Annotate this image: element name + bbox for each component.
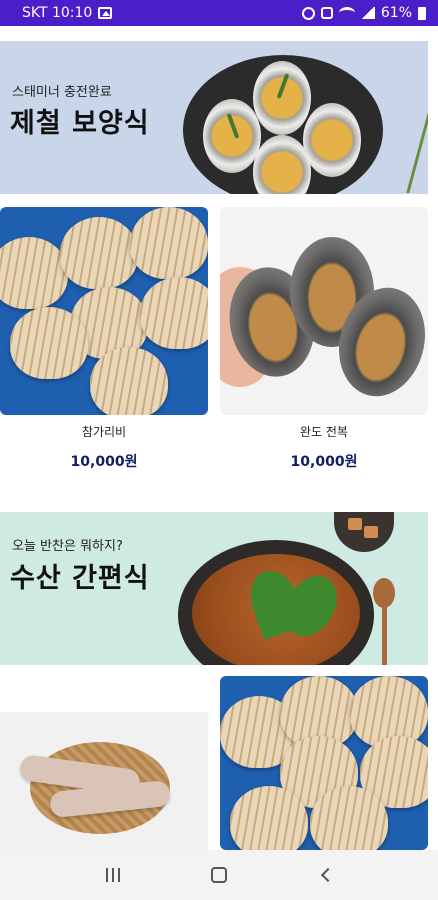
scallop-shell xyxy=(60,217,138,289)
home-icon xyxy=(211,867,227,883)
tofu-piece xyxy=(348,518,362,530)
abalone-image xyxy=(203,99,261,173)
recents-button[interactable] xyxy=(93,860,133,890)
tofu-piece xyxy=(364,526,378,538)
scallop-shell xyxy=(310,786,388,850)
abalone-image xyxy=(303,103,361,177)
scallop-shell xyxy=(130,207,208,279)
banner-seafood-meal-kit[interactable]: 오늘 반찬은 뭐하지? 수산 간편식 xyxy=(0,512,428,665)
chopsticks-image xyxy=(379,113,428,193)
abalone-image xyxy=(253,61,311,135)
stew-soup xyxy=(192,554,360,665)
battery-icon xyxy=(418,6,426,20)
stew-bowl-image xyxy=(178,540,374,665)
banner-title: 수산 간편식 xyxy=(10,563,150,594)
product-price: 10,000원 xyxy=(290,454,358,470)
abalone-plate-image xyxy=(183,55,383,194)
signal-icon xyxy=(360,7,375,19)
basket-image xyxy=(18,742,172,834)
status-bar: SKT 10:10 61% xyxy=(0,0,438,26)
back-button[interactable] xyxy=(305,860,345,890)
product-card-squid[interactable] xyxy=(0,676,208,850)
scallop-shell xyxy=(230,786,308,850)
scallop-shell xyxy=(10,307,88,379)
product-name: 참가리비 xyxy=(81,425,127,439)
status-left: SKT 10:10 xyxy=(22,5,113,21)
banner-subtitle: 오늘 반찬은 뭐하지? xyxy=(12,539,123,554)
scallop-shell xyxy=(140,277,208,349)
banner-seasonal-health-food[interactable]: 스태미너 충전완료 제철 보양식 xyxy=(0,41,428,194)
product-card-scallop[interactable]: 참가리비 10,000원 xyxy=(0,207,208,477)
alarm-icon xyxy=(301,6,315,20)
home-button[interactable] xyxy=(199,860,239,890)
product-image-scallop[interactable] xyxy=(0,207,208,415)
product-image-scallop[interactable] xyxy=(220,676,428,850)
status-right: 61% xyxy=(301,5,426,21)
scallop-shell xyxy=(0,237,68,309)
back-icon xyxy=(320,867,336,883)
product-card-scallop-2[interactable] xyxy=(220,676,428,850)
gallery-icon xyxy=(98,7,113,19)
status-carrier-time: SKT 10:10 xyxy=(22,5,93,21)
product-name: 완도 전복 xyxy=(300,425,348,439)
product-price: 10,000원 xyxy=(70,454,138,470)
product-image-abalone[interactable] xyxy=(220,207,428,415)
scroll-content[interactable]: 스태미너 충전완료 제철 보양식 참가리비 10,000원 완도 전복 10,0… xyxy=(0,26,438,850)
product-card-abalone[interactable]: 완도 전복 10,000원 xyxy=(220,207,428,477)
system-navigation-bar xyxy=(0,850,438,900)
scallop-shell xyxy=(90,347,168,415)
spoon-image xyxy=(373,578,395,608)
battery-percentage: 61% xyxy=(380,5,412,21)
product-image-squid[interactable] xyxy=(0,712,208,850)
banner-title: 제철 보양식 xyxy=(10,108,150,139)
mute-icon xyxy=(320,7,333,19)
spoon-handle xyxy=(382,606,387,665)
banner-subtitle: 스태미너 충전완료 xyxy=(12,85,112,100)
side-dish-bowl-image xyxy=(334,512,394,552)
wifi-icon xyxy=(338,7,355,19)
recents-icon xyxy=(106,868,120,882)
